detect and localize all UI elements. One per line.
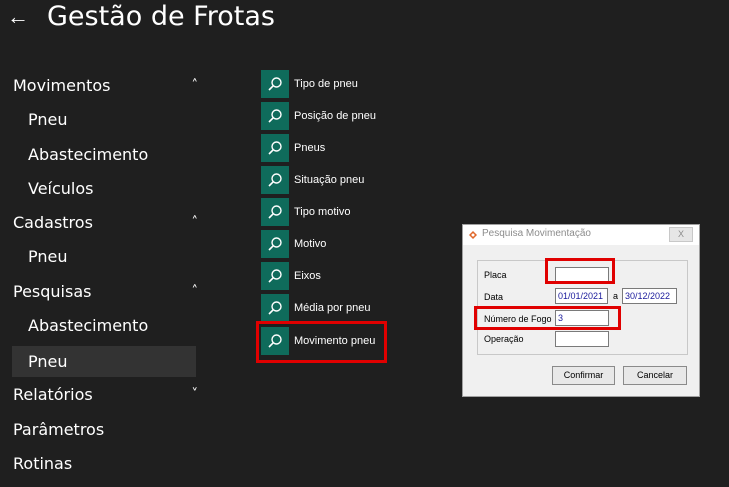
search-icon [261,134,289,162]
menu-item-label: Tipo de pneu [294,78,358,90]
search-icon [261,102,289,130]
menu-item-media-por-pneu[interactable]: Média por pneu [260,293,400,322]
menu-item-label: Eixos [294,270,321,282]
menu-item-pneus[interactable]: Pneus [260,133,400,162]
nav-section-label: Rotinas [13,454,73,473]
nav-item-movimentos-abastecimento[interactable]: Abastecimento [12,139,196,171]
nav-section-label: Movimentos [13,76,111,95]
page-title: Gestão de Frotas [47,1,275,32]
data-inicio-field[interactable]: 01/01/2021 [555,288,608,304]
menu-item-label: Motivo [294,238,327,250]
menu-item-eixos[interactable]: Eixos [260,261,400,290]
menu-item-label: Situação pneu [294,174,365,186]
date-separator: a [613,291,619,301]
nav-section-parametros[interactable]: Parâmetros [0,414,212,446]
menu-item-label: Posição de pneu [294,110,376,122]
search-icon [261,262,289,290]
close-button[interactable]: X [669,227,693,242]
nav-section-label: Pesquisas [13,282,92,301]
nav-section-label: Relatórios [13,385,93,404]
chevron-up-icon: ˄ [191,215,199,230]
dialog-title: Pesquisa Movimentação [482,228,591,239]
data-fim-field[interactable]: 30/12/2022 [622,288,677,304]
cancelar-button[interactable]: Cancelar [623,366,687,385]
menu-item-motivo[interactable]: Motivo [260,229,400,258]
confirmar-button[interactable]: Confirmar [552,366,615,385]
search-icon [261,198,289,226]
nav-section-pesquisas[interactable]: Pesquisas ˄ [0,276,212,308]
operacao-label: Operação [484,334,524,344]
menu-item-tipo-de-pneu[interactable]: Tipo de pneu [260,69,400,98]
menu-item-situacao-pneu[interactable]: Situação pneu [260,165,400,194]
app-header: ← Gestão de Frotas [0,0,729,40]
nav-section-relatorios[interactable]: Relatórios ˅ [0,379,212,411]
menu-item-label: Pneus [294,142,326,154]
nav-section-movimentos[interactable]: Movimentos ˄ [0,70,212,102]
dialog-titlebar: Pesquisa Movimentação X [463,225,699,245]
chevron-down-icon: ˅ [191,387,199,402]
chevron-up-icon: ˄ [191,284,199,299]
app-icon [468,230,478,240]
nav-section-cadastros[interactable]: Cadastros ˄ [0,207,212,239]
placa-label: Placa [484,270,507,280]
menu-item-label: Tipo motivo [294,206,351,218]
highlight-placa [545,258,615,284]
highlight-movimento-pneu [256,321,387,363]
nav-item-pesquisas-pneu[interactable]: Pneu [12,346,196,377]
operacao-field[interactable] [555,331,609,347]
nav-item-cadastros-pneu[interactable]: Pneu [12,241,196,273]
nav-section-label: Cadastros [13,213,93,232]
menu-item-tipo-motivo[interactable]: Tipo motivo [260,197,400,226]
nav-item-movimentos-pneu[interactable]: Pneu [12,104,196,136]
nav-section-rotinas[interactable]: Rotinas [0,448,212,480]
menu-item-posicao-de-pneu[interactable]: Posição de pneu [260,101,400,130]
search-icon [261,166,289,194]
search-icon [261,70,289,98]
data-label: Data [484,292,504,302]
chevron-up-icon: ˄ [191,78,199,93]
nav-item-movimentos-veiculos[interactable]: Veículos [12,173,196,205]
search-icon [261,294,289,322]
highlight-numero-fogo [474,306,621,330]
search-icon [261,230,289,258]
back-arrow-icon[interactable]: ← [7,3,29,31]
nav-item-pesquisas-abastecimento[interactable]: Abastecimento [12,310,196,342]
menu-item-label: Média por pneu [294,302,371,314]
nav-section-label: Parâmetros [13,420,105,439]
